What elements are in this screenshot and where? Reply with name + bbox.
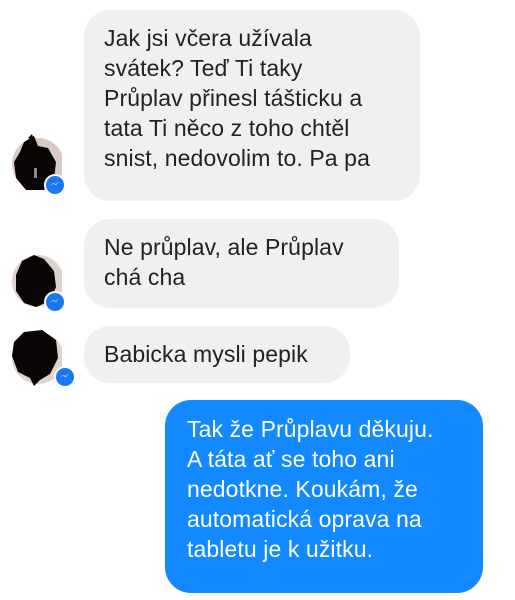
contact-avatar[interactable] — [4, 326, 76, 388]
messenger-badge — [54, 366, 76, 388]
messenger-icon — [56, 368, 74, 386]
messenger-icon — [46, 176, 64, 194]
incoming-message-bubble[interactable]: Jak jsi včera užívala svátek? Teď Ti tak… — [84, 10, 420, 201]
incoming-message-bubble[interactable]: Babicka mysli pepik — [84, 326, 350, 383]
messenger-icon — [46, 293, 64, 311]
messenger-badge — [44, 291, 66, 313]
outgoing-message-bubble[interactable]: Tak že Průplavu děkuju. A táta ať se toh… — [165, 400, 483, 593]
contact-avatar[interactable] — [4, 249, 66, 313]
contact-avatar[interactable] — [4, 132, 66, 196]
messenger-badge — [44, 174, 66, 196]
incoming-message-bubble[interactable]: Ne průplav, ale Průplav chá cha — [84, 219, 399, 308]
